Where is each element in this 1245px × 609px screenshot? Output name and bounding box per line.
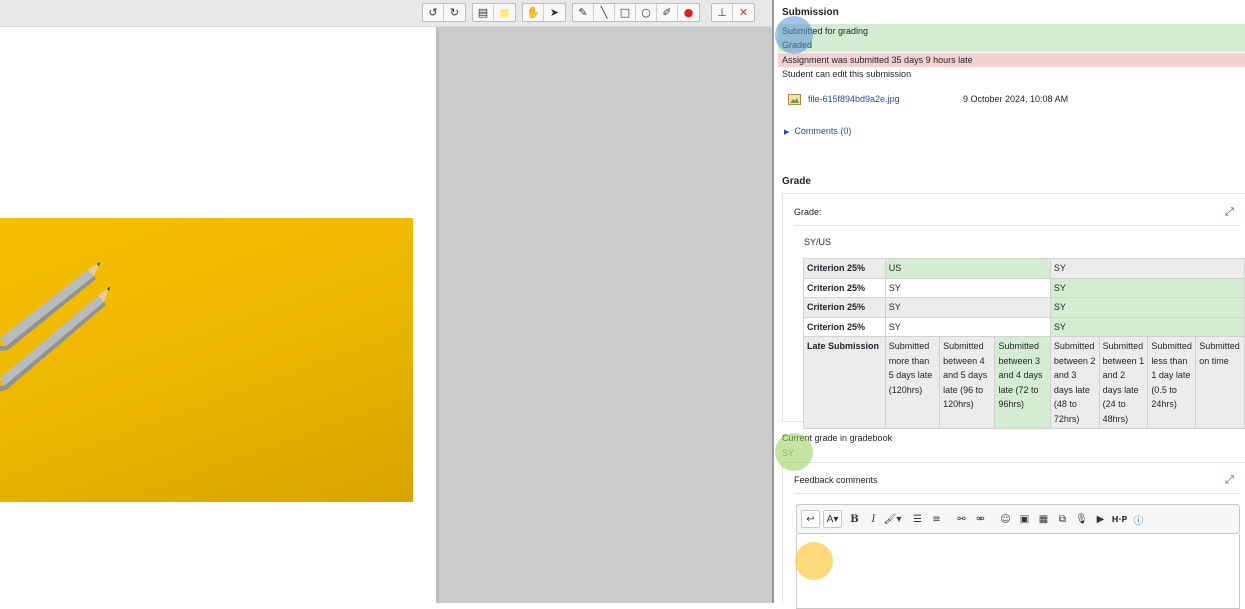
feedback-label: Feedback comments bbox=[794, 475, 878, 485]
rubric-row: Criterion 25% SY SY bbox=[803, 277, 1245, 298]
rubric-level[interactable]: SY bbox=[884, 297, 1051, 318]
italic-icon[interactable]: I bbox=[864, 510, 883, 528]
divider bbox=[794, 493, 1240, 494]
rubric-row: Criterion 25% US SY bbox=[803, 258, 1245, 279]
manage-files-icon[interactable]: ⧉ bbox=[1053, 510, 1072, 528]
oval-icon[interactable]: ○ bbox=[636, 4, 657, 21]
rubric-level[interactable]: US bbox=[884, 258, 1051, 279]
stamp-group: ⊥ ✕ bbox=[711, 3, 755, 22]
annotation-toolbar: ↺ ↻ ▤ ■ ✋ ➤ ✎ ╲ □ ○ ✐ ● ⊥ ✕ bbox=[0, 0, 772, 27]
rotate-left-icon[interactable]: ↺ bbox=[423, 4, 444, 21]
comment-icon[interactable]: ▤ bbox=[473, 4, 494, 21]
grade-heading: Grade bbox=[782, 176, 811, 187]
hand-icon[interactable]: ✋ bbox=[523, 4, 544, 21]
undo-icon[interactable]: ↩ bbox=[801, 510, 820, 528]
viewer-background bbox=[436, 27, 772, 603]
pen-icon[interactable]: ✎ bbox=[573, 4, 594, 21]
font-size-icon[interactable]: A▾ bbox=[823, 510, 842, 528]
rubric-level[interactable]: SY bbox=[884, 316, 1051, 337]
rubric-level[interactable]: SY bbox=[1049, 297, 1245, 318]
rectangle-icon[interactable]: □ bbox=[615, 4, 636, 21]
criterion-name: Criterion 25% bbox=[803, 258, 886, 279]
status-submitted: Submitted for grading bbox=[778, 24, 1245, 38]
current-grade-label: Current grade in gradebook bbox=[782, 433, 893, 443]
comment-group: ▤ ■ bbox=[472, 3, 516, 22]
h5p-icon[interactable]: H·P bbox=[1110, 510, 1129, 528]
video-camera-icon[interactable]: ▶ bbox=[1091, 510, 1110, 528]
grade-scale-label: SY/US bbox=[804, 237, 832, 247]
editor-toolbar: ↩ A▾ B I 🖌▾ ☰ ≡ ⚯ ⚮ ☺ ▣ ▦ ⧉ 🎙 ▶ H·P ⓘ bbox=[796, 504, 1240, 534]
rubric-level[interactable]: Submitted between 2 and 3 days late (48 … bbox=[1049, 336, 1100, 429]
pencils-illustration bbox=[0, 262, 110, 391]
link-icon[interactable]: ⚯ bbox=[952, 510, 971, 528]
grading-panel: Submission Submitted for grading Graded … bbox=[774, 0, 1245, 609]
expand-icon[interactable]: ⤢ bbox=[1225, 205, 1234, 219]
caret-right-icon: ▶ bbox=[784, 128, 790, 136]
rubric-level[interactable]: Submitted on time bbox=[1195, 336, 1245, 429]
rubric-row: Criterion 25% SY SY bbox=[803, 297, 1245, 318]
drawing-group: ✎ ╲ □ ○ ✐ ● bbox=[572, 3, 700, 22]
expand-icon[interactable]: ⤢ bbox=[1225, 473, 1234, 487]
microphone-icon[interactable]: 🎙 bbox=[1072, 510, 1091, 528]
criterion-name: Criterion 25% bbox=[803, 277, 886, 298]
late-notice: Assignment was submitted 35 days 9 hours… bbox=[778, 53, 1245, 67]
criterion-name: Late Submission bbox=[803, 336, 886, 429]
rubric-level[interactable]: SY bbox=[1049, 316, 1245, 337]
grade-card: Grade: ⤢ SY/US Criterion 25% US SY Crite… bbox=[782, 193, 1245, 429]
ink-color-icon[interactable]: ● bbox=[678, 4, 699, 21]
rubric-level[interactable]: Submitted between 3 and 4 days late (72 … bbox=[994, 336, 1051, 429]
paint-brush-icon[interactable]: 🖌▾ bbox=[883, 510, 902, 528]
feedback-editor[interactable] bbox=[796, 534, 1240, 609]
rubric-level[interactable]: SY bbox=[884, 277, 1051, 298]
rubric-level[interactable]: SY bbox=[1049, 277, 1245, 298]
comments-link[interactable]: Comments (0) bbox=[794, 126, 851, 136]
current-grade-value: SY bbox=[782, 448, 795, 458]
image-file-icon bbox=[788, 94, 801, 105]
stamp-icon[interactable]: ⊥ bbox=[712, 4, 733, 21]
image-icon[interactable]: ▣ bbox=[1015, 510, 1034, 528]
select-arrow-icon[interactable]: ➤ bbox=[544, 4, 565, 21]
submitted-file-row: file-615f894bd9a2e.jpg 9 October 2024, 1… bbox=[782, 92, 1242, 106]
unlink-icon[interactable]: ⚮ bbox=[971, 510, 990, 528]
bold-icon[interactable]: B bbox=[845, 510, 864, 528]
rubric-level[interactable]: Submitted between 1 and 2 days late (24 … bbox=[1098, 336, 1149, 429]
edit-notice: Student can edit this submission bbox=[782, 69, 912, 79]
rotate-group: ↺ ↻ bbox=[422, 3, 466, 22]
rubric-level[interactable]: Submitted less than 1 day late (0.5 to 2… bbox=[1147, 336, 1197, 429]
emoji-icon[interactable]: ☺ bbox=[996, 510, 1015, 528]
numbered-list-icon[interactable]: ≡ bbox=[927, 510, 946, 528]
media-icon[interactable]: ▦ bbox=[1034, 510, 1053, 528]
feedback-card: Feedback comments ⤢ ↩ A▾ B I 🖌▾ ☰ ≡ ⚯ ⚮ ☺ ▣ ▦ ⧉ 🎙 ▶ H·P… bbox=[782, 462, 1245, 609]
submission-heading: Submission bbox=[782, 7, 839, 18]
line-icon[interactable]: ╲ bbox=[594, 4, 615, 21]
rubric-level[interactable]: Submitted between 4 and 5 days late (96 … bbox=[939, 336, 996, 429]
divider bbox=[794, 225, 1240, 226]
bullet-list-icon[interactable]: ☰ bbox=[908, 510, 927, 528]
status-graded: Graded bbox=[778, 38, 1245, 52]
file-link[interactable]: file-615f894bd9a2e.jpg bbox=[808, 92, 900, 106]
file-date: 9 October 2024, 10:08 AM bbox=[963, 94, 1069, 104]
rubric-row: Criterion 25% SY SY bbox=[803, 316, 1245, 337]
grade-label: Grade: bbox=[794, 207, 822, 217]
color-swatch-icon[interactable]: ■ bbox=[494, 4, 515, 21]
highlighter-icon[interactable]: ✐ bbox=[657, 4, 678, 21]
rotate-right-icon[interactable]: ↻ bbox=[444, 4, 465, 21]
rubric-row-late: Late Submission Submitted more than 5 da… bbox=[803, 336, 1245, 429]
navigation-group: ✋ ➤ bbox=[522, 3, 566, 22]
submitted-image bbox=[0, 218, 413, 502]
delete-icon[interactable]: ✕ bbox=[733, 4, 754, 21]
accessibility-checker-icon[interactable]: ⓘ bbox=[1129, 510, 1148, 528]
annotation-panel: ↺ ↻ ▤ ■ ✋ ➤ ✎ ╲ □ ○ ✐ ● ⊥ ✕ bbox=[0, 0, 772, 603]
comments-toggle[interactable]: ▶ Comments (0) bbox=[784, 126, 851, 136]
criterion-name: Criterion 25% bbox=[803, 297, 886, 318]
rubric-level[interactable]: Submitted more than 5 days late (120hrs) bbox=[884, 336, 941, 429]
rubric-table: Criterion 25% US SY Criterion 25% SY SY … bbox=[803, 258, 1245, 429]
criterion-name: Criterion 25% bbox=[803, 316, 886, 337]
rubric-level[interactable]: SY bbox=[1049, 258, 1245, 279]
